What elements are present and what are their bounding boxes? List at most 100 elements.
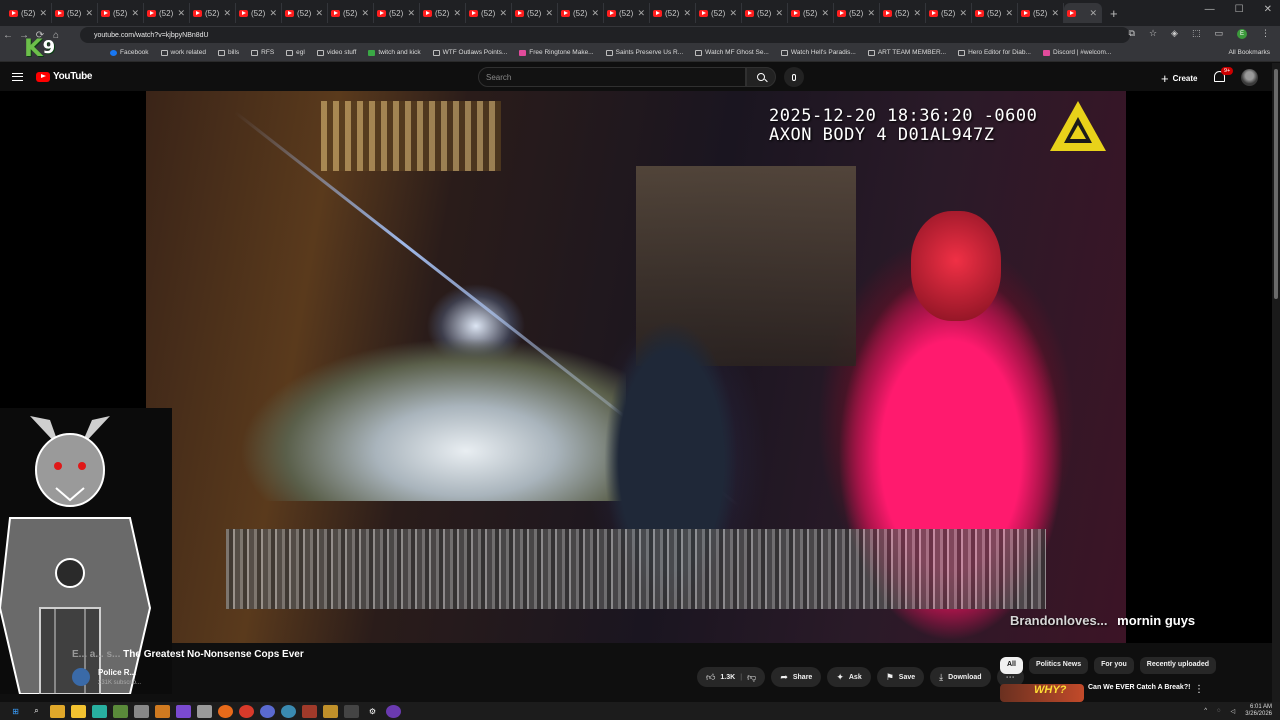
taskbar-app-icon[interactable] bbox=[71, 704, 86, 718]
like-count[interactable]: 1.3K bbox=[720, 674, 735, 681]
tab-close-icon[interactable]: ✕ bbox=[85, 8, 93, 19]
bookmark-item[interactable]: Free Ringtone Make... bbox=[519, 49, 594, 56]
browser-tab[interactable]: (52) ✕ bbox=[282, 3, 328, 23]
taskbar-app-icon[interactable] bbox=[260, 704, 275, 718]
browser-tab[interactable]: (52) ✕ bbox=[1018, 3, 1064, 23]
taskbar-app-icon[interactable] bbox=[113, 704, 128, 718]
channel-avatar[interactable] bbox=[72, 668, 90, 686]
tab-close-icon[interactable]: ✕ bbox=[39, 8, 47, 19]
thumbs-down-icon[interactable]: 👎︎ bbox=[747, 672, 756, 683]
youtube-logo[interactable]: YouTube bbox=[36, 71, 93, 82]
tab-close-icon[interactable]: ✕ bbox=[1005, 8, 1013, 19]
taskbar-app-icon[interactable] bbox=[155, 704, 170, 718]
taskbar-app-icon[interactable] bbox=[92, 704, 107, 718]
search-button[interactable] bbox=[746, 67, 776, 87]
volume-icon[interactable]: ◁ bbox=[1231, 708, 1236, 715]
page-scrollbar[interactable] bbox=[1272, 63, 1280, 703]
tab-close-icon[interactable]: ✕ bbox=[867, 8, 875, 19]
network-icon[interactable]: ◌ bbox=[1217, 708, 1221, 714]
bookmark-item[interactable]: egl bbox=[286, 49, 305, 56]
tab-close-icon[interactable]: ✕ bbox=[499, 8, 507, 19]
voice-search-button[interactable] bbox=[784, 67, 804, 87]
tab-close-icon[interactable]: ✕ bbox=[959, 8, 967, 19]
bookmark-item[interactable]: ART TEAM MEMBER... bbox=[867, 49, 946, 56]
browser-tab[interactable]: (52) ✕ bbox=[558, 3, 604, 23]
tab-close-icon[interactable]: ✕ bbox=[545, 8, 553, 19]
chip-for-you[interactable]: For you bbox=[1094, 657, 1134, 674]
tab-close-icon[interactable]: ✕ bbox=[1051, 8, 1059, 19]
bookmark-item[interactable]: twitch and kick bbox=[368, 49, 421, 56]
taskbar-app-icon[interactable] bbox=[197, 704, 212, 718]
all-bookmarks[interactable]: All Bookmarks bbox=[1228, 49, 1270, 56]
taskbar-app-icon[interactable] bbox=[281, 704, 296, 718]
browser-tab[interactable]: (52) ✕ bbox=[6, 3, 52, 23]
browser-tab[interactable]: (52) ✕ bbox=[926, 3, 972, 23]
browser-tab[interactable]: (52) ✕ bbox=[512, 3, 558, 23]
browser-tab[interactable]: (52) ✕ bbox=[52, 3, 98, 23]
tab-close-icon[interactable]: ✕ bbox=[361, 8, 369, 19]
search-taskbar-icon[interactable]: ⌕ bbox=[29, 705, 44, 718]
tab-close-icon[interactable]: ✕ bbox=[821, 8, 829, 19]
tray-chevron-icon[interactable]: ^ bbox=[1204, 708, 1207, 714]
browser-tab[interactable]: (52) ✕ bbox=[650, 3, 696, 23]
browser-tab-active[interactable]: ✕ bbox=[1064, 3, 1102, 23]
account-avatar[interactable] bbox=[1241, 69, 1258, 86]
channel-name[interactable]: Police R... bbox=[98, 668, 136, 677]
tab-close-icon[interactable]: ✕ bbox=[131, 8, 139, 19]
chrome-icon[interactable] bbox=[239, 704, 254, 718]
bookmark-item[interactable]: WTF Outlaws Points... bbox=[432, 49, 507, 56]
tab-close-icon[interactable]: ✕ bbox=[177, 8, 185, 19]
browser-tab[interactable]: (52) ✕ bbox=[788, 3, 834, 23]
settings-icon[interactable]: ⚙ bbox=[365, 705, 380, 718]
new-tab-button[interactable]: + bbox=[1110, 6, 1118, 21]
recommended-more-icon[interactable]: ⋮ bbox=[1194, 684, 1204, 695]
taskbar-app-icon[interactable] bbox=[344, 704, 359, 718]
minimize-icon[interactable]: — bbox=[1205, 4, 1215, 15]
taskbar-app-icon[interactable] bbox=[323, 704, 338, 718]
browser-tab[interactable]: (52) ✕ bbox=[236, 3, 282, 23]
browser-tab[interactable]: (52) ✕ bbox=[328, 3, 374, 23]
taskbar-app-icon[interactable] bbox=[302, 704, 317, 718]
tab-close-icon[interactable]: ✕ bbox=[269, 8, 277, 19]
bookmark-item[interactable]: RFS bbox=[251, 49, 274, 56]
bookmark-item[interactable]: bills bbox=[217, 49, 239, 56]
share-button[interactable]: ➦ Share bbox=[771, 667, 822, 687]
browser-tab[interactable]: (52) ✕ bbox=[98, 3, 144, 23]
browser-tab[interactable]: (52) ✕ bbox=[144, 3, 190, 23]
bookmark-star-icon[interactable]: ☆ bbox=[1149, 28, 1157, 39]
profile-avatar[interactable]: E bbox=[1237, 28, 1247, 39]
bookmark-item[interactable]: Discord | #welcom... bbox=[1042, 49, 1111, 56]
browser-tab[interactable]: (52) ✕ bbox=[696, 3, 742, 23]
bookmark-item[interactable]: Watch MF Ghost Se... bbox=[695, 49, 769, 56]
chip-all[interactable]: All bbox=[1000, 657, 1023, 674]
back-icon[interactable]: ← bbox=[0, 30, 16, 41]
file-explorer-icon[interactable] bbox=[50, 704, 65, 718]
thumbs-up-icon[interactable]: 👍︎ bbox=[706, 672, 715, 683]
chip-recently-uploaded[interactable]: Recently uploaded bbox=[1139, 657, 1216, 674]
browser-tab[interactable]: (52) ✕ bbox=[742, 3, 788, 23]
puzzle-icon[interactable]: ⬚ bbox=[1192, 28, 1201, 39]
install-icon[interactable]: ⧉ bbox=[1129, 28, 1135, 39]
save-button[interactable]: ⚑ Save bbox=[876, 667, 925, 687]
bookmark-item[interactable]: video stuff bbox=[316, 49, 356, 56]
browser-tab[interactable]: (52) ✕ bbox=[190, 3, 236, 23]
chip-politics-news[interactable]: Politics News bbox=[1028, 657, 1089, 674]
tab-close-icon[interactable]: ✕ bbox=[591, 8, 599, 19]
recommended-thumbnail[interactable]: WHY? bbox=[1000, 684, 1084, 702]
bookmark-item[interactable]: work related bbox=[160, 49, 206, 56]
menu-dots-icon[interactable]: ⋮ bbox=[1261, 28, 1270, 39]
create-button[interactable]: + Create bbox=[1161, 70, 1198, 86]
browser-tab[interactable]: (52) ✕ bbox=[466, 3, 512, 23]
tab-close-icon[interactable]: ✕ bbox=[913, 8, 921, 19]
tab-close-icon[interactable]: ✕ bbox=[315, 8, 323, 19]
scrollbar-thumb[interactable] bbox=[1274, 69, 1278, 299]
close-icon[interactable]: ✕ bbox=[1264, 4, 1272, 15]
taskbar-app-icon[interactable] bbox=[176, 704, 191, 718]
sidepanel-icon[interactable]: ▭ bbox=[1214, 28, 1223, 39]
menu-icon[interactable] bbox=[12, 73, 23, 81]
taskbar-clock[interactable]: 6:01 AM 3/26/2026 bbox=[1245, 704, 1272, 718]
browser-tab[interactable]: (52) ✕ bbox=[834, 3, 880, 23]
tab-close-icon[interactable]: ✕ bbox=[775, 8, 783, 19]
extension-icon[interactable]: ◈ bbox=[1171, 28, 1178, 39]
firefox-icon[interactable] bbox=[218, 704, 233, 718]
